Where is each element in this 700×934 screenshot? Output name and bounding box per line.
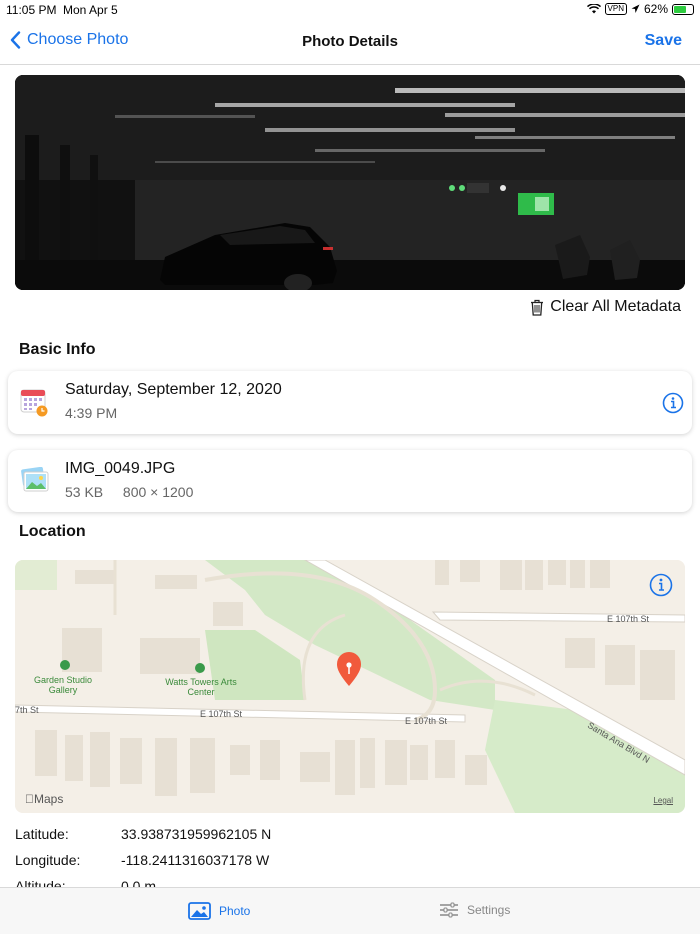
image-file-icon <box>21 467 49 492</box>
location-map[interactable]: E 107th St 7th St E 107th St E 107th St … <box>15 560 685 813</box>
navigation-bar: Choose Photo Photo Details Save <box>0 20 700 65</box>
street-label: E 107th St <box>405 716 448 726</box>
status-bar: 11:05 PM Mon Apr 5 VPN 62% <box>0 0 700 20</box>
street-label: 7th St <box>15 705 39 715</box>
location-heading: Location <box>19 523 86 540</box>
wifi-icon <box>586 4 601 14</box>
info-icon[interactable] <box>662 392 684 414</box>
longitude-value: -118.2411316037178 W <box>121 852 270 868</box>
calendar-icon <box>20 389 48 417</box>
latitude-value: 33.938731959962105 N <box>121 826 272 842</box>
page-title: Photo Details <box>302 33 398 50</box>
status-date: Mon Apr 5 <box>63 3 118 17</box>
photo-icon <box>188 902 211 920</box>
sliders-icon <box>440 902 458 918</box>
tab-photo-label: Photo <box>219 904 251 918</box>
street-label: E 107th St <box>607 614 650 624</box>
poi-garden-studio-gallery[interactable]: Garden Studio Gallery <box>27 675 99 695</box>
map-info-icon[interactable] <box>649 573 673 597</box>
latitude-label: Latitude: <box>15 826 69 842</box>
file-dimensions: 800 × 1200 <box>122 484 194 500</box>
clear-all-metadata-button[interactable]: Clear All Metadata <box>530 298 681 316</box>
clear-all-metadata-label: Clear All Metadata <box>550 298 681 315</box>
location-arrow-icon <box>631 4 640 13</box>
photo-preview <box>15 75 685 290</box>
apple-maps-logo: Maps <box>25 792 63 806</box>
parking-garage-photo <box>15 75 685 290</box>
tab-settings-label: Settings <box>467 903 511 917</box>
tab-bar: Photo Settings <box>0 887 700 934</box>
file-meta: 53 KB 800 × 1200 <box>65 484 193 500</box>
file-card[interactable]: IMG_0049.JPG 53 KB 800 × 1200 <box>8 450 692 512</box>
battery-icon <box>672 3 694 15</box>
photo-date: Saturday, September 12, 2020 <box>65 381 282 398</box>
photo-time: 4:39 PM <box>65 405 118 421</box>
map-base <box>15 560 685 813</box>
status-time: 11:05 PM <box>6 3 57 17</box>
save-button[interactable]: Save <box>645 32 682 50</box>
legal-link[interactable]: Legal <box>653 796 673 805</box>
date-card[interactable]: Saturday, September 12, 2020 4:39 PM <box>8 371 692 434</box>
trash-icon <box>531 299 544 316</box>
tab-photo[interactable]: Photo <box>188 902 250 920</box>
status-right: VPN 62% <box>586 2 694 16</box>
apple-logo-icon:  <box>25 792 34 806</box>
file-size: 53 KB <box>65 484 104 500</box>
battery-percent: 62% <box>643 2 668 16</box>
poi-watts-towers-arts-center[interactable]: Watts Towers Arts Center <box>165 677 237 697</box>
tab-settings[interactable]: Settings <box>439 902 510 918</box>
file-name: IMG_0049.JPG <box>65 460 176 477</box>
longitude-label: Longitude: <box>15 852 81 868</box>
basic-info-heading: Basic Info <box>19 341 96 358</box>
street-label: E 107th St <box>200 709 243 719</box>
vpn-badge: VPN <box>604 3 627 15</box>
